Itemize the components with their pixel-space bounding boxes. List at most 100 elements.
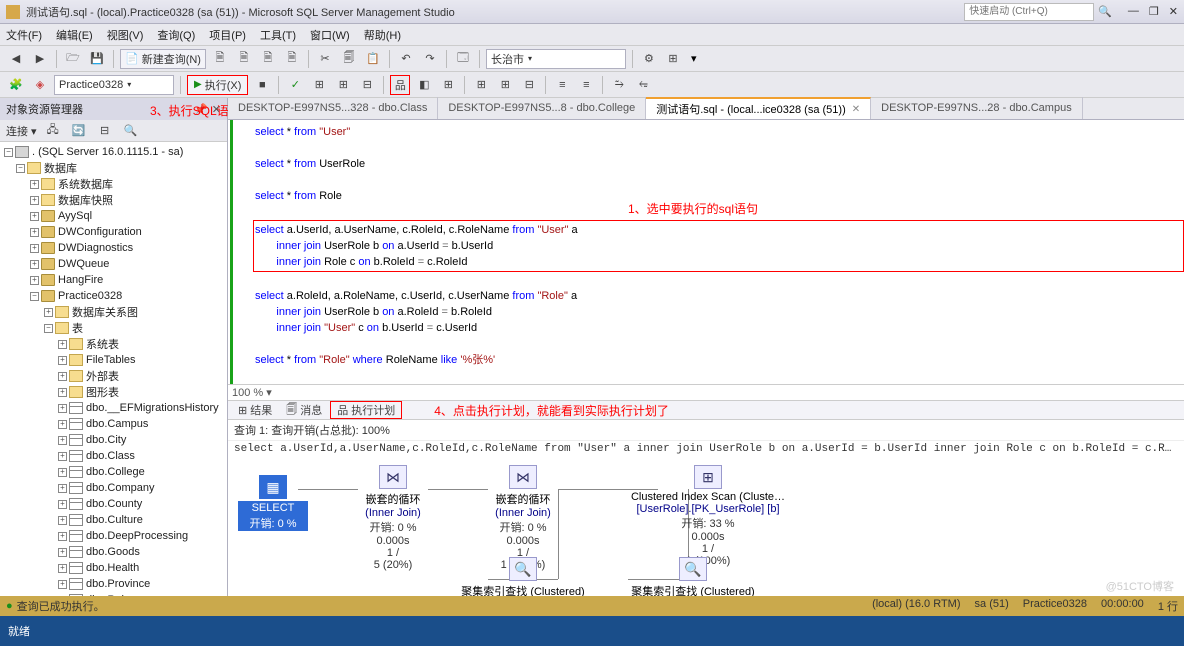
- plan-node-select[interactable]: ▦ SELECT 开销: 0 %: [238, 475, 308, 531]
- quick-launch-input[interactable]: [964, 3, 1094, 21]
- menu-view[interactable]: 视图(V): [107, 27, 144, 43]
- menu-query[interactable]: 查询(Q): [157, 27, 195, 43]
- plan-node[interactable]: ⋈ 嵌套的循环 (Inner Join) 开销: 0 % 0.000s 1 / …: [458, 465, 588, 571]
- tree-table[interactable]: +dbo.County: [0, 496, 227, 512]
- redo-icon[interactable]: ↷: [420, 49, 440, 69]
- toolbar-btn[interactable]: ⊟: [519, 75, 539, 95]
- toolbar-btn[interactable]: ⊞: [471, 75, 491, 95]
- tree-table[interactable]: +dbo.City: [0, 432, 227, 448]
- tree-table[interactable]: +dbo.Company: [0, 480, 227, 496]
- toolbar-btn[interactable]: ⊞: [495, 75, 515, 95]
- tree-table[interactable]: +dbo.College: [0, 464, 227, 480]
- tree-item[interactable]: +DWConfiguration: [0, 224, 227, 240]
- parse-icon[interactable]: ✓: [285, 75, 305, 95]
- tree-item[interactable]: +数据库关系图: [0, 304, 227, 320]
- tab-active[interactable]: 测试语句.sql - (local...ice0328 (sa (51))✕: [646, 97, 871, 119]
- tree-tables[interactable]: −表: [0, 320, 227, 336]
- tree-item[interactable]: +图形表: [0, 384, 227, 400]
- tree-table[interactable]: +dbo.Class: [0, 448, 227, 464]
- tree-item[interactable]: +DWDiagnostics: [0, 240, 227, 256]
- toolbar-btn[interactable]: ⊞: [663, 49, 683, 69]
- tree-item[interactable]: +系统数据库: [0, 176, 227, 192]
- tab[interactable]: DESKTOP-E997NS5...328 - dbo.Class: [228, 97, 438, 119]
- oe-tree[interactable]: −. (SQL Server 16.0.1115.1 - sa) −数据库 +系…: [0, 142, 227, 596]
- toolbar-btn[interactable]: ⊞: [333, 75, 353, 95]
- menu-help[interactable]: 帮助(H): [364, 27, 401, 43]
- tree-table[interactable]: +dbo.Province: [0, 576, 227, 592]
- toolbar-btn[interactable]: 🗎: [258, 49, 278, 69]
- tree-item[interactable]: +FileTables: [0, 352, 227, 368]
- tree-item[interactable]: +DWQueue: [0, 256, 227, 272]
- toolbar-btn[interactable]: ⚙: [639, 49, 659, 69]
- tree-table[interactable]: +dbo.DeepProcessing: [0, 528, 227, 544]
- menu-edit[interactable]: 编辑(E): [56, 27, 93, 43]
- oe-tool-icon[interactable]: ⊟: [95, 121, 115, 141]
- tab-execution-plan[interactable]: 品 执行计划: [330, 401, 402, 419]
- toolbar-btn[interactable]: ◈: [30, 75, 50, 95]
- database-combo[interactable]: Practice0328▾: [54, 75, 174, 95]
- plan-node[interactable]: ⊞ Clustered Index Scan (Cluste… [UserRol…: [608, 465, 808, 567]
- execute-button[interactable]: ▶执行(X): [187, 75, 248, 95]
- sql-editor[interactable]: select * from "User" select * from UserR…: [230, 120, 1184, 384]
- open-icon[interactable]: 🗁: [63, 49, 83, 69]
- tree-item[interactable]: +HangFire: [0, 272, 227, 288]
- copy-icon[interactable]: 🗐: [339, 49, 359, 69]
- plan-node[interactable]: 🔍 聚集索引查找 (Clustered) [Role].[PK_Role] [c…: [448, 557, 598, 596]
- cut-icon[interactable]: ✂: [315, 49, 335, 69]
- back-button[interactable]: ◀: [6, 49, 26, 69]
- tree-practice[interactable]: −Practice0328: [0, 288, 227, 304]
- toolbar-btn[interactable]: ⥳: [633, 75, 653, 95]
- toolbar-btn[interactable]: 🧩: [6, 75, 26, 95]
- close-button[interactable]: ✕: [1169, 5, 1178, 18]
- toolbar-btn[interactable]: 🗔: [453, 49, 473, 69]
- plan-node[interactable]: ⋈ 嵌套的循环 (Inner Join) 开销: 0 % 0.000s 1 / …: [328, 465, 458, 571]
- menu-project[interactable]: 项目(P): [209, 27, 246, 43]
- oe-tool-icon[interactable]: 🖧: [43, 121, 63, 141]
- toolbar-btn[interactable]: ⊞: [438, 75, 458, 95]
- tree-table[interactable]: +dbo.Culture: [0, 512, 227, 528]
- minimize-button[interactable]: —: [1128, 5, 1139, 18]
- execution-plan-canvas[interactable]: ▦ SELECT 开销: 0 % ⋈ 嵌套的循环 (Inner Join) 开销…: [228, 457, 1184, 596]
- tree-item[interactable]: +系统表: [0, 336, 227, 352]
- maximize-button[interactable]: ❐: [1149, 5, 1159, 18]
- city-combo[interactable]: 长治市▾: [486, 49, 626, 69]
- menu-window[interactable]: 窗口(W): [310, 27, 350, 43]
- menu-file[interactable]: 文件(F): [6, 27, 42, 43]
- tab-results[interactable]: ⊞ 结果: [232, 402, 278, 418]
- tab-messages[interactable]: 🗐 消息: [280, 401, 328, 420]
- tree-table[interactable]: +dbo.Role: [0, 592, 227, 596]
- tree-databases[interactable]: −数据库: [0, 160, 227, 176]
- tab[interactable]: DESKTOP-E997NS...28 - dbo.Campus: [871, 97, 1083, 119]
- connect-button[interactable]: 连接 ▾: [6, 123, 37, 139]
- tree-table[interactable]: +dbo.__EFMigrationsHistory: [0, 400, 227, 416]
- oe-tool-icon[interactable]: 🔄: [69, 121, 89, 141]
- tab[interactable]: DESKTOP-E997NS5...8 - dbo.College: [438, 97, 646, 119]
- toolbar-btn[interactable]: 🗎: [234, 49, 254, 69]
- toolbar-btn[interactable]: ◧: [414, 75, 434, 95]
- plan-node[interactable]: 🔍 聚集索引查找 (Clustered) [User].[PK_User] [a…: [618, 557, 768, 596]
- paste-icon[interactable]: 📋: [363, 49, 383, 69]
- toolbar-btn[interactable]: ⊞: [309, 75, 329, 95]
- indent-icon[interactable]: ≡: [552, 75, 572, 95]
- tree-server[interactable]: −. (SQL Server 16.0.1115.1 - sa): [0, 144, 227, 160]
- close-tab-icon[interactable]: ✕: [852, 104, 860, 115]
- actual-plan-button[interactable]: 品: [390, 75, 410, 95]
- search-icon[interactable]: 🔍: [1098, 5, 1112, 18]
- tree-table[interactable]: +dbo.Health: [0, 560, 227, 576]
- tree-item[interactable]: +外部表: [0, 368, 227, 384]
- save-icon[interactable]: 💾: [87, 49, 107, 69]
- menu-tools[interactable]: 工具(T): [260, 27, 296, 43]
- tree-table[interactable]: +dbo.Campus: [0, 416, 227, 432]
- new-query-button[interactable]: 📄 新建查询(N): [120, 49, 206, 69]
- outdent-icon[interactable]: ≡: [576, 75, 596, 95]
- toolbar-btn[interactable]: ⊟: [357, 75, 377, 95]
- forward-button[interactable]: ▶: [30, 49, 50, 69]
- zoom-combo[interactable]: 100 % ▾: [228, 384, 1184, 400]
- toolbar-btn[interactable]: 🗎: [210, 49, 230, 69]
- oe-tool-icon[interactable]: 🔍: [121, 121, 141, 141]
- stop-icon[interactable]: ■: [252, 75, 272, 95]
- undo-icon[interactable]: ↶: [396, 49, 416, 69]
- tree-table[interactable]: +dbo.Goods: [0, 544, 227, 560]
- tree-item[interactable]: +数据库快照: [0, 192, 227, 208]
- toolbar-btn[interactable]: ⥲: [609, 75, 629, 95]
